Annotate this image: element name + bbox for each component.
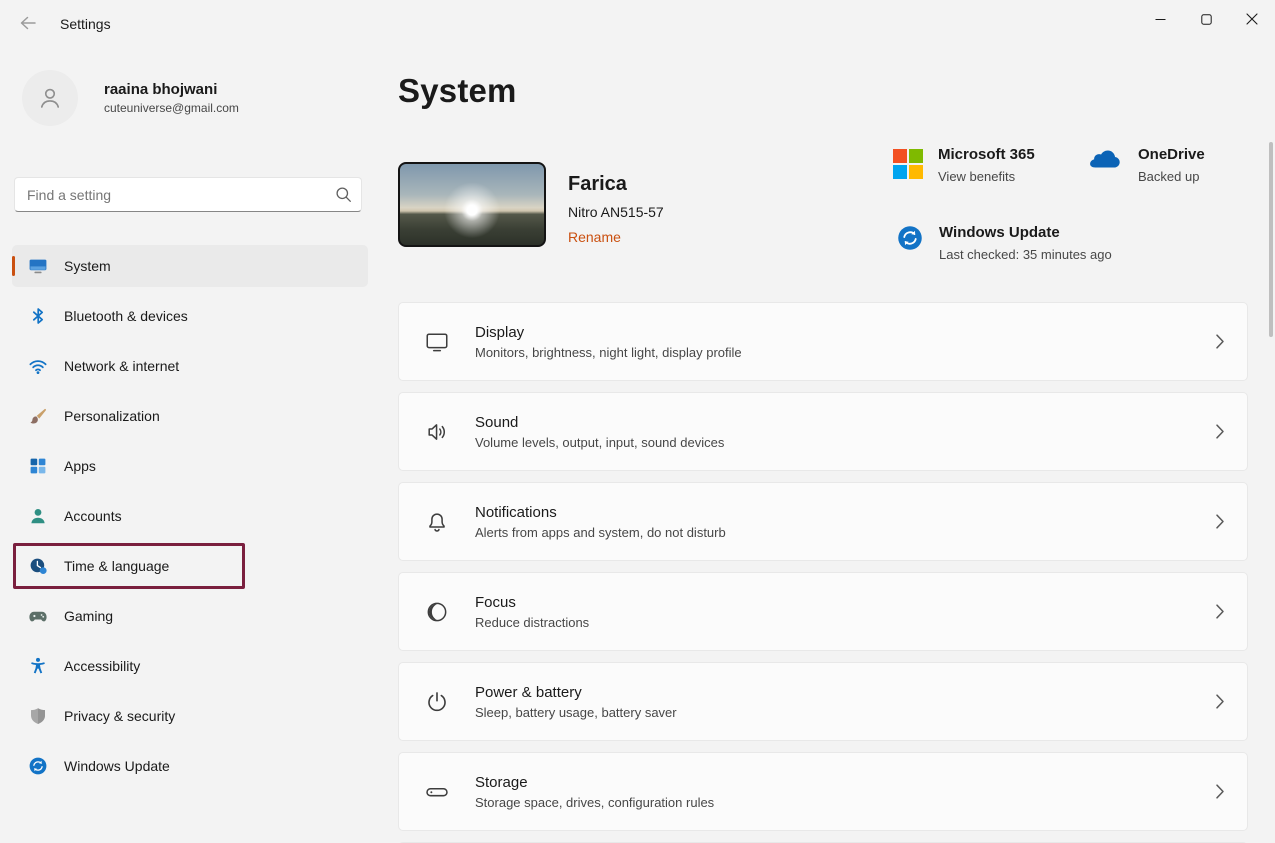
bell-icon [399, 509, 475, 535]
sidebar-item-label: Gaming [64, 608, 113, 624]
display-icon [399, 329, 475, 355]
sidebar: raaina bhojwani cuteuniverse@gmail.com S… [0, 48, 380, 843]
view-benefits-link[interactable]: View benefits [938, 169, 1035, 184]
sidebar-item-bluetooth-devices[interactable]: Bluetooth & devices [12, 295, 368, 337]
main-content: System Farica Nitro AN515-57 Rename Micr… [398, 0, 1275, 843]
sidebar-item-label: Apps [64, 458, 96, 474]
sidebar-item-label: Bluetooth & devices [64, 308, 188, 324]
scrollbar-thumb[interactable] [1269, 142, 1273, 337]
sidebar-item-network-internet[interactable]: Network & internet [12, 345, 368, 387]
chevron-right-icon [1215, 513, 1225, 530]
user-email: cuteuniverse@gmail.com [104, 101, 239, 115]
device-name: Farica [568, 173, 627, 196]
microsoft-365-icon [893, 149, 923, 179]
sidebar-item-label: Windows Update [64, 758, 170, 774]
rename-link[interactable]: Rename [568, 229, 621, 245]
settings-card-storage[interactable]: Storage Storage space, drives, configura… [398, 752, 1248, 831]
settings-card-display[interactable]: Display Monitors, brightness, night ligh… [398, 302, 1248, 381]
sidebar-item-accessibility[interactable]: Accessibility [12, 645, 368, 687]
page-title: System [398, 72, 517, 110]
status-title: Windows Update [939, 224, 1112, 241]
sidebar-item-windows-update[interactable]: Windows Update [12, 745, 368, 787]
status-title: Microsoft 365 [938, 146, 1035, 163]
bluetooth-icon [28, 306, 48, 326]
microsoft-365-status[interactable]: Microsoft 365 View benefits [893, 146, 1035, 184]
sidebar-item-accounts[interactable]: Accounts [12, 495, 368, 537]
power-icon [399, 689, 475, 715]
sidebar-item-label: System [64, 258, 111, 274]
chevron-right-icon [1215, 693, 1225, 710]
sidebar-item-label: Time & language [64, 558, 169, 574]
onedrive-status[interactable]: OneDrive Backed up [1086, 146, 1205, 184]
card-subtitle: Volume levels, output, input, sound devi… [475, 435, 1215, 450]
sidebar-item-system[interactable]: System [12, 245, 368, 287]
search-icon [335, 186, 352, 203]
settings-card-list: Display Monitors, brightness, night ligh… [398, 302, 1248, 843]
shield-icon [28, 706, 48, 726]
status-title: OneDrive [1138, 146, 1205, 163]
card-subtitle: Alerts from apps and system, do not dist… [475, 525, 1215, 540]
settings-card-power-battery[interactable]: Power & battery Sleep, battery usage, ba… [398, 662, 1248, 741]
onedrive-cloud-icon [1086, 146, 1123, 172]
status-subtitle: Backed up [1138, 169, 1205, 184]
card-title: Notifications [475, 504, 1215, 521]
back-button[interactable] [8, 7, 48, 41]
card-subtitle: Reduce distractions [475, 615, 1215, 630]
device-thumbnail-image [398, 162, 546, 247]
device-model: Nitro AN515-57 [568, 204, 664, 220]
chevron-right-icon [1215, 333, 1225, 350]
sidebar-item-apps[interactable]: Apps [12, 445, 368, 487]
person-icon [28, 506, 48, 526]
system-icon [28, 256, 48, 276]
sidebar-nav: System Bluetooth & devices Network & int… [12, 245, 368, 795]
sidebar-item-time-language[interactable]: Time & language [12, 545, 368, 587]
sidebar-item-privacy-security[interactable]: Privacy & security [12, 695, 368, 737]
windows-update-status[interactable]: Windows Update Last checked: 35 minutes … [896, 224, 1112, 262]
sidebar-item-label: Accounts [64, 508, 122, 524]
chevron-right-icon [1215, 423, 1225, 440]
search-box [14, 177, 362, 212]
chevron-right-icon [1215, 603, 1225, 620]
sidebar-item-label: Accessibility [64, 658, 140, 674]
wifi-icon [28, 356, 48, 376]
card-title: Sound [475, 414, 1215, 431]
settings-card-notifications[interactable]: Notifications Alerts from apps and syste… [398, 482, 1248, 561]
game-controller-icon [28, 606, 48, 626]
sidebar-item-gaming[interactable]: Gaming [12, 595, 368, 637]
sidebar-item-label: Privacy & security [64, 708, 175, 724]
focus-moon-icon [399, 599, 475, 625]
account-profile[interactable]: raaina bhojwani cuteuniverse@gmail.com [22, 70, 239, 126]
back-arrow-icon [19, 15, 37, 34]
windows-update-icon [896, 224, 924, 252]
card-title: Display [475, 324, 1215, 341]
sidebar-item-personalization[interactable]: Personalization [12, 395, 368, 437]
card-subtitle: Storage space, drives, configuration rul… [475, 795, 1215, 810]
apps-icon [28, 456, 48, 476]
settings-card-sound[interactable]: Sound Volume levels, output, input, soun… [398, 392, 1248, 471]
windows-update-icon [28, 756, 48, 776]
card-title: Focus [475, 594, 1215, 611]
clock-language-icon [28, 556, 48, 576]
card-subtitle: Monitors, brightness, night light, displ… [475, 345, 1215, 360]
paintbrush-icon [28, 406, 48, 426]
speaker-icon [399, 419, 475, 445]
sidebar-item-label: Network & internet [64, 358, 179, 374]
user-name: raaina bhojwani [104, 81, 239, 98]
window-title: Settings [60, 16, 111, 32]
search-input[interactable] [14, 177, 362, 212]
accessibility-icon [28, 656, 48, 676]
settings-card-focus[interactable]: Focus Reduce distractions [398, 572, 1248, 651]
status-subtitle: Last checked: 35 minutes ago [939, 247, 1112, 262]
card-title: Storage [475, 774, 1215, 791]
sidebar-item-label: Personalization [64, 408, 160, 424]
avatar [22, 70, 78, 126]
storage-drive-icon [399, 779, 475, 805]
card-title: Power & battery [475, 684, 1215, 701]
card-subtitle: Sleep, battery usage, battery saver [475, 705, 1215, 720]
chevron-right-icon [1215, 783, 1225, 800]
